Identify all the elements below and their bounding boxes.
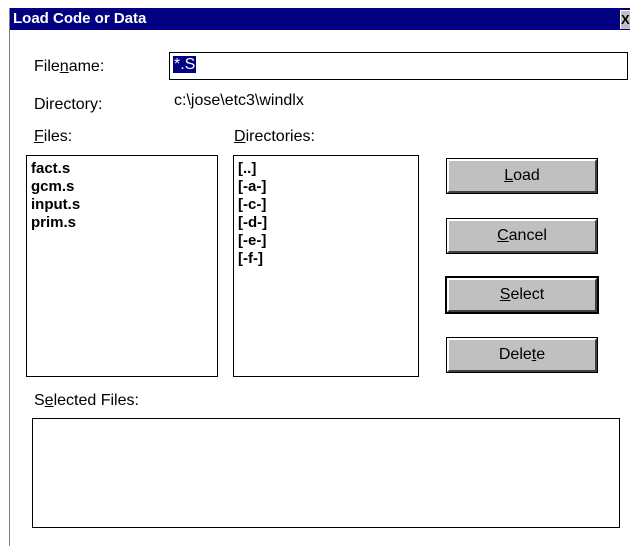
filename-label: Filename: [34, 58, 105, 75]
list-item[interactable]: [-f-] [238, 250, 418, 268]
list-item[interactable]: prim.s [31, 214, 217, 232]
files-list[interactable]: fact.s gcm.s input.s prim.s [26, 155, 218, 377]
selected-files-list[interactable] [32, 418, 620, 528]
list-item[interactable]: [-d-] [238, 214, 418, 232]
filename-input[interactable]: *.S [169, 52, 628, 80]
selected-files-label: Selected Files: [34, 392, 139, 409]
directory-path: c:\jose\etc3\windlx [174, 92, 304, 109]
files-label: Files: [34, 128, 73, 145]
directories-list[interactable]: [..] [-a-] [-c-] [-d-] [-e-] [-f-] [233, 155, 419, 377]
list-item[interactable]: [-c-] [238, 196, 418, 214]
load-dialog: Load Code or Data X Filename: *.S Direct… [9, 8, 630, 546]
directory-label: Directory: [34, 96, 103, 113]
load-button[interactable]: Load [447, 159, 597, 193]
delete-button[interactable]: Delete [447, 338, 597, 372]
list-item[interactable]: fact.s [31, 160, 217, 178]
list-item[interactable]: gcm.s [31, 178, 217, 196]
filename-value: *.S [173, 56, 197, 73]
window-title: Load Code or Data [13, 10, 147, 27]
title-bar[interactable]: Load Code or Data X [10, 8, 630, 30]
list-item[interactable]: [-e-] [238, 232, 418, 250]
list-item[interactable]: [-a-] [238, 178, 418, 196]
close-icon[interactable]: X [620, 10, 630, 29]
select-button[interactable]: Select [447, 278, 597, 312]
list-item[interactable]: [..] [238, 160, 418, 178]
directories-label: Directories: [234, 128, 315, 145]
list-item[interactable]: input.s [31, 196, 217, 214]
cancel-button[interactable]: Cancel [447, 219, 597, 253]
